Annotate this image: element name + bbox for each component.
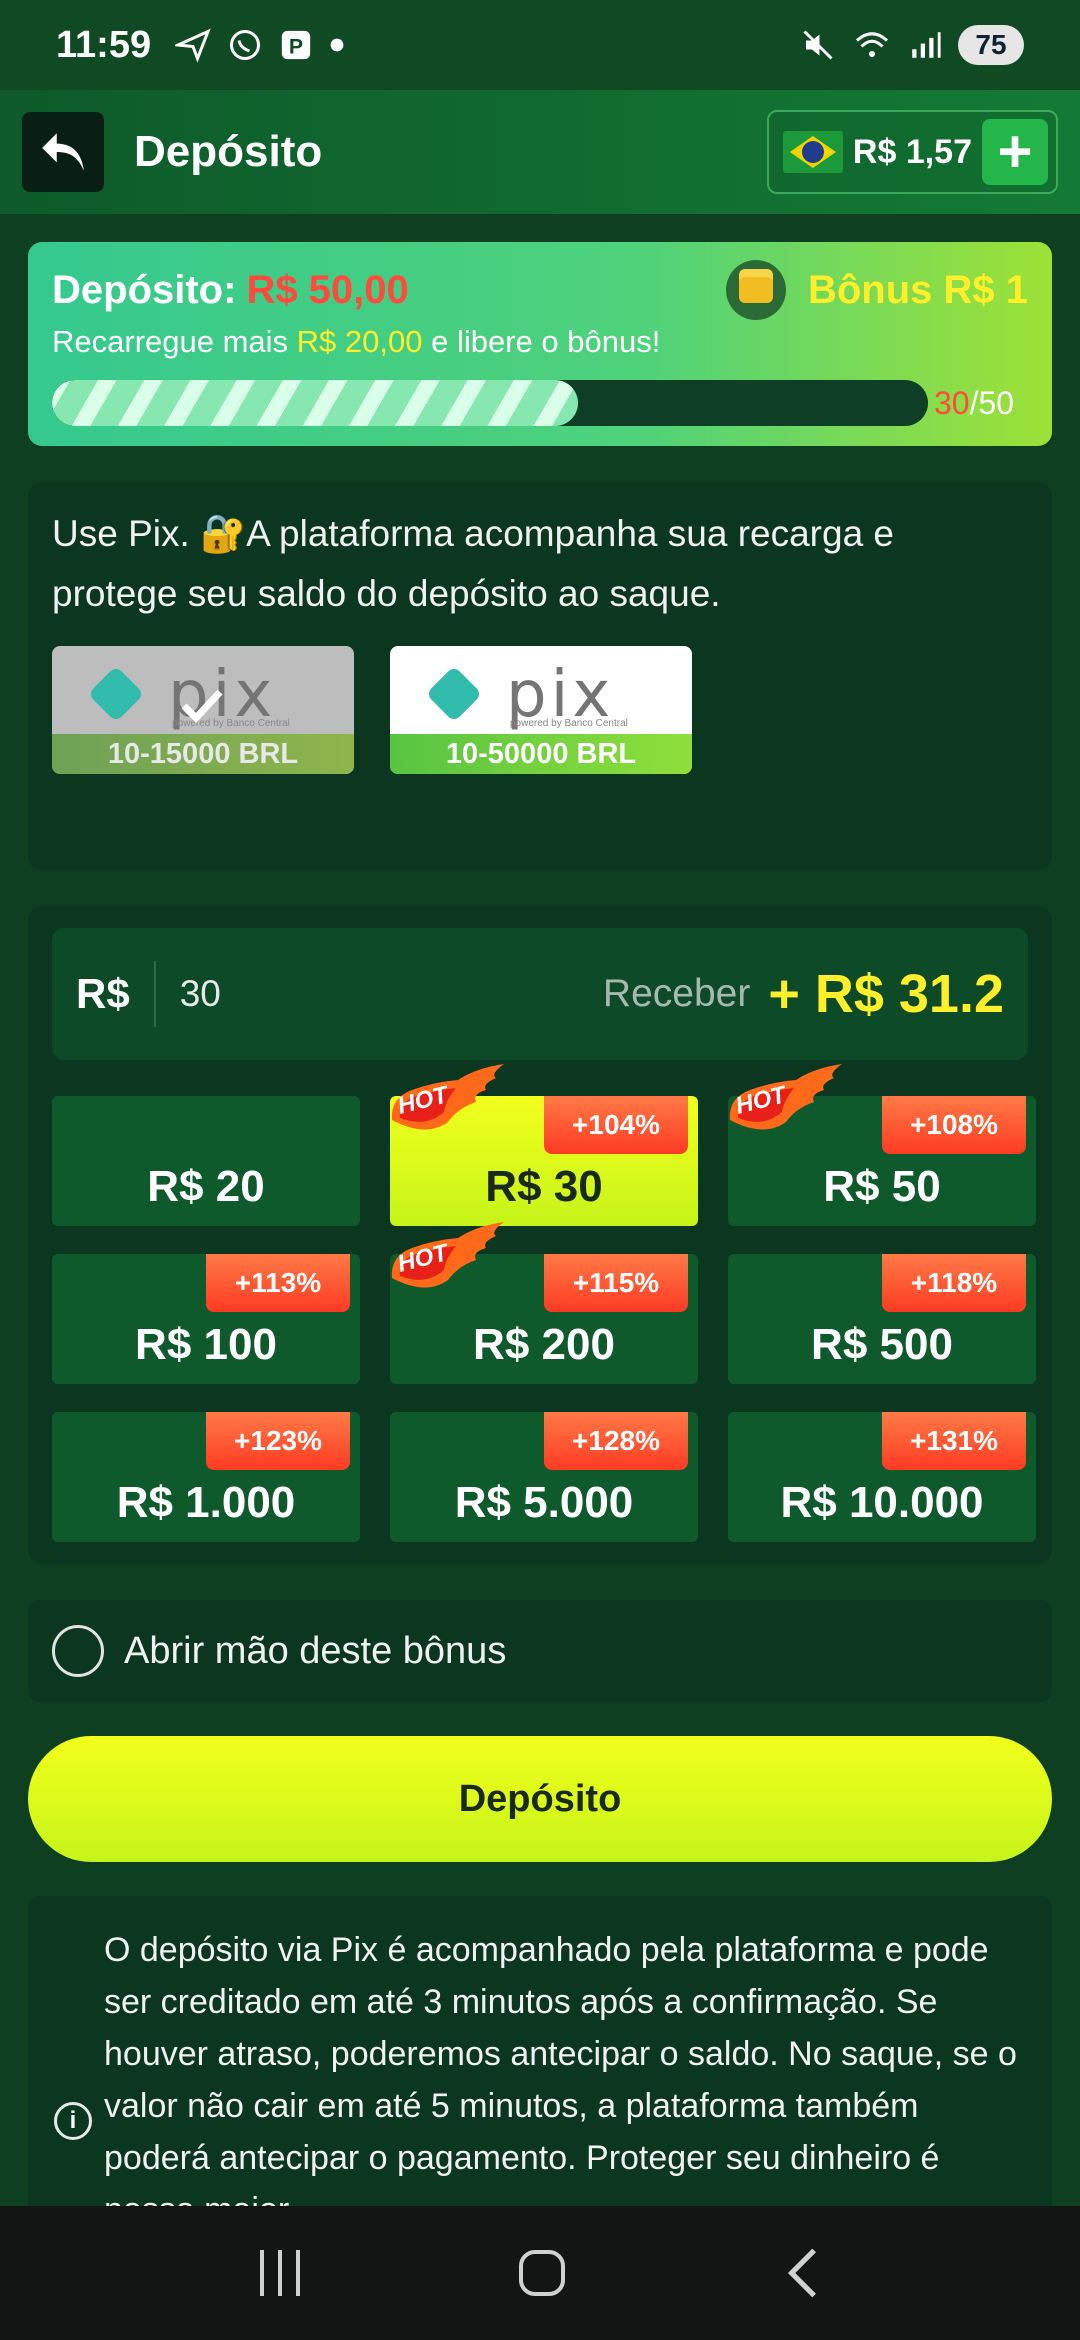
bonus-progress-bar — [52, 380, 928, 426]
battery-indicator: 75 — [958, 25, 1024, 65]
recharge-hint: Recarregue mais R$ 20,00 e libere o bônu… — [52, 324, 661, 359]
recents-icon[interactable] — [259, 2250, 300, 2296]
amount-option-button[interactable]: +115% HOT R$ 200 — [390, 1222, 698, 1384]
amount-option-label: R$ 100 — [135, 1320, 277, 1369]
amount-option-button[interactable]: +108% HOT R$ 50 — [728, 1064, 1036, 1226]
deposit-label: Depósito: — [52, 267, 237, 312]
info-text: O depósito via Pix é acompanhado pela pl… — [104, 1931, 1017, 2206]
pix-description: Use Pix. 🔐A plataforma acompanha sua rec… — [52, 513, 895, 614]
amount-options-grid: R$ 20 +104% HOT R$ 30 +108% HOT R$ 50 +113% R$ 1… — [52, 1064, 1036, 1542]
waive-bonus-option[interactable]: Abrir mão deste bônus — [28, 1600, 1052, 1702]
check-icon — [181, 689, 223, 724]
send-icon — [175, 28, 211, 63]
amount-input[interactable]: R$ 30 Receber + R$ 31.2 — [52, 928, 1028, 1060]
hot-flame-icon: HOT — [391, 1222, 504, 1288]
gold-coins-icon — [725, 260, 786, 320]
info-icon: i — [54, 2102, 92, 2140]
pix-range-label: 10-50000 BRL — [390, 734, 692, 774]
deposit-amount: R$ 50,00 — [246, 267, 409, 312]
back-arrow-icon — [42, 133, 84, 171]
hot-flame-icon: HOT — [729, 1064, 842, 1130]
bonus-percent-badge: +131% — [882, 1412, 1026, 1470]
hot-flame-icon: HOT — [391, 1064, 504, 1130]
status-bar: 11:59 P 75 — [0, 0, 1080, 90]
progress-text: 30/50 — [934, 384, 1015, 421]
pix-option-2[interactable]: pix powered by Banco Central 10-50000 BR… — [390, 646, 692, 774]
amount-option-button[interactable]: +118% R$ 500 — [728, 1254, 1036, 1384]
svg-text:P: P — [289, 35, 303, 59]
amount-option-button[interactable]: R$ 20 — [52, 1096, 360, 1226]
bonus-percent-badge: +118% — [882, 1254, 1026, 1312]
bonus-percent-badge: +108% — [882, 1096, 1026, 1154]
dot-icon — [330, 38, 344, 52]
bonus-percent-badge: +123% — [206, 1412, 350, 1470]
page-title: Depósito — [134, 127, 323, 176]
pix-method-card: Use Pix. 🔐A plataforma acompanha sua rec… — [28, 482, 1052, 870]
deposit-button[interactable]: Depósito — [28, 1736, 1052, 1862]
status-time: 11:59 — [56, 23, 152, 66]
system-icons: 75 — [800, 25, 1024, 65]
bonus-progress-fill — [52, 380, 578, 426]
receive-label: Receber — [602, 972, 751, 1015]
bonus-amount: Bônus R$ 1 — [807, 267, 1028, 312]
mute-icon — [803, 30, 833, 60]
amount-option-button[interactable]: +113% R$ 100 — [52, 1254, 360, 1384]
amount-option-button[interactable]: +131% R$ 10.000 — [728, 1412, 1036, 1542]
amount-option-label: R$ 1.000 — [116, 1478, 296, 1527]
amount-option-label: R$ 10.000 — [780, 1478, 984, 1527]
amount-option-button[interactable]: +123% R$ 1.000 — [52, 1412, 360, 1542]
amount-option-button[interactable]: +104% HOT R$ 30 — [390, 1064, 698, 1226]
home-icon[interactable] — [518, 2250, 565, 2296]
waive-bonus-radio[interactable] — [52, 1625, 104, 1677]
notification-icons: P — [175, 27, 345, 63]
amount-value[interactable]: 30 — [180, 973, 221, 1015]
amount-option-label: R$ 500 — [811, 1320, 953, 1369]
brazil-flag-icon — [782, 131, 843, 173]
amount-option-button[interactable]: +128% R$ 5.000 — [390, 1412, 698, 1542]
pix-option-1[interactable]: pix powered by Banco Central 10-15000 BR… — [52, 646, 354, 774]
amount-option-label: R$ 20 — [147, 1162, 265, 1211]
signal-icon — [912, 32, 941, 58]
waive-bonus-label: Abrir mão deste bônus — [124, 1629, 507, 1672]
bonus-percent-badge: +128% — [544, 1412, 688, 1470]
page-header: Depósito R$ 1,57 + — [0, 90, 1080, 214]
back-nav-icon[interactable] — [784, 2247, 820, 2299]
amount-option-label: R$ 5.000 — [454, 1478, 634, 1527]
currency-label: R$ — [76, 961, 156, 1027]
balance-amount: R$ 1,57 — [852, 132, 972, 171]
add-balance-button[interactable]: + — [982, 119, 1048, 185]
whatsapp-icon — [230, 30, 261, 60]
bonus-percent-badge: +115% — [544, 1254, 688, 1312]
wifi-icon — [855, 32, 889, 57]
bonus-percent-badge: +104% — [544, 1096, 688, 1154]
amount-option-label: R$ 30 — [485, 1162, 603, 1211]
amount-option-label: R$ 200 — [473, 1320, 615, 1369]
pix-range-label: 10-15000 BRL — [52, 734, 354, 774]
info-box: i O depósito via Pix é acompanhado pela … — [28, 1896, 1052, 2206]
parking-icon: P — [281, 30, 311, 60]
amount-option-label: R$ 50 — [823, 1162, 941, 1211]
balance-box[interactable]: R$ 1,57 + — [766, 110, 1058, 194]
receive-amount: + R$ 31.2 — [768, 964, 1004, 1024]
back-button[interactable] — [22, 112, 104, 192]
recharge-amount: R$ 20,00 — [296, 324, 423, 359]
system-nav-bar — [0, 2206, 1080, 2340]
bonus-percent-badge: +113% — [206, 1254, 350, 1312]
amount-card: R$ 30 Receber + R$ 31.2 R$ 20 +104% HOT R$ … — [28, 906, 1052, 1564]
bonus-card: Depósito: R$ 50,00 Bônus R$ 1 Recarregue… — [28, 242, 1052, 446]
